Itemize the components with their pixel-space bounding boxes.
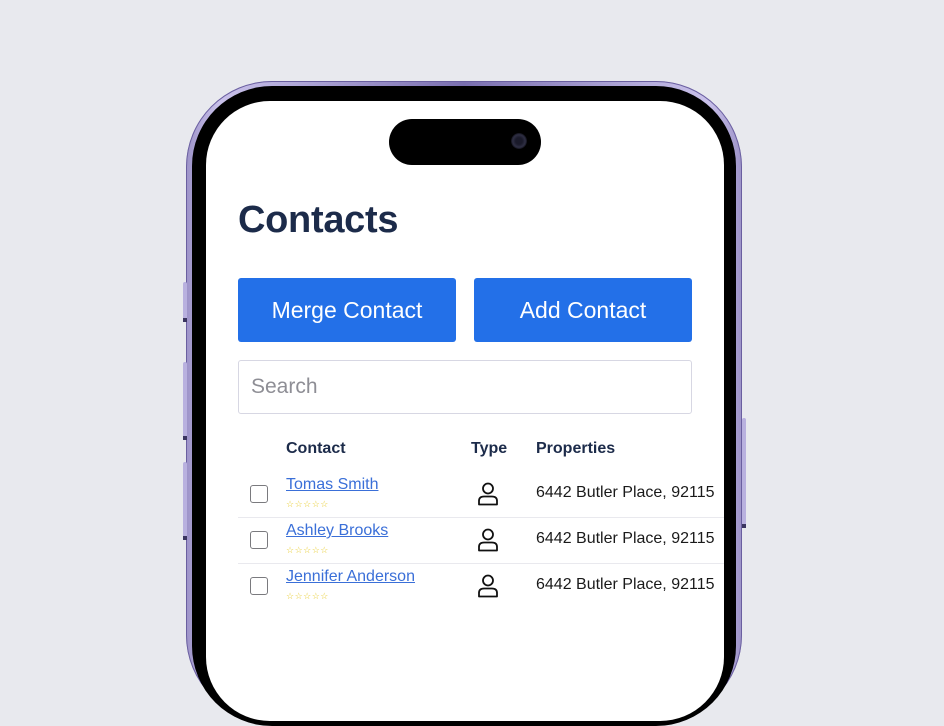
add-contact-button[interactable]: Add Contact [474,278,692,342]
dynamic-island [389,119,541,165]
rating-stars[interactable]: ☆☆☆☆☆ [286,545,329,556]
row-checkbox[interactable] [250,577,268,595]
person-icon [478,574,498,598]
search-input[interactable] [238,360,692,414]
rating-stars[interactable]: ☆☆☆☆☆ [286,499,329,510]
rating-stars[interactable]: ☆☆☆☆☆ [286,591,329,602]
phone-side-button-volume-up [183,362,187,440]
column-header-type[interactable]: Type [471,440,507,458]
page-title: Contacts [238,199,399,241]
phone-side-button-action [183,282,187,322]
phone-screen: Contacts Merge Contact Add Contact Conta… [206,101,724,721]
property-address: 6442 Butler Place, 92115 [536,484,715,501]
table-row: Ashley Brooks ☆☆☆☆☆ 6442 Butler Place, 9… [238,517,724,564]
column-header-contact[interactable]: Contact [286,440,346,458]
phone-side-button-volume-down [183,462,187,540]
person-icon [478,528,498,552]
table-row: Jennifer Anderson ☆☆☆☆☆ 6442 Butler Plac… [238,563,724,609]
phone-side-button-power [742,418,746,528]
contact-name-link[interactable]: Ashley Brooks [286,522,388,540]
table-row: Tomas Smith ☆☆☆☆☆ 6442 Butler Place, 921… [238,471,724,518]
property-address: 6442 Butler Place, 92115 [536,530,715,547]
person-icon [478,482,498,506]
column-header-properties[interactable]: Properties [536,440,615,458]
row-checkbox[interactable] [250,485,268,503]
merge-contact-button[interactable]: Merge Contact [238,278,456,342]
camera-icon [511,133,527,149]
row-checkbox[interactable] [250,531,268,549]
contact-name-link[interactable]: Tomas Smith [286,476,378,494]
property-address: 6442 Butler Place, 92115 [536,576,715,593]
contact-name-link[interactable]: Jennifer Anderson [286,568,415,586]
